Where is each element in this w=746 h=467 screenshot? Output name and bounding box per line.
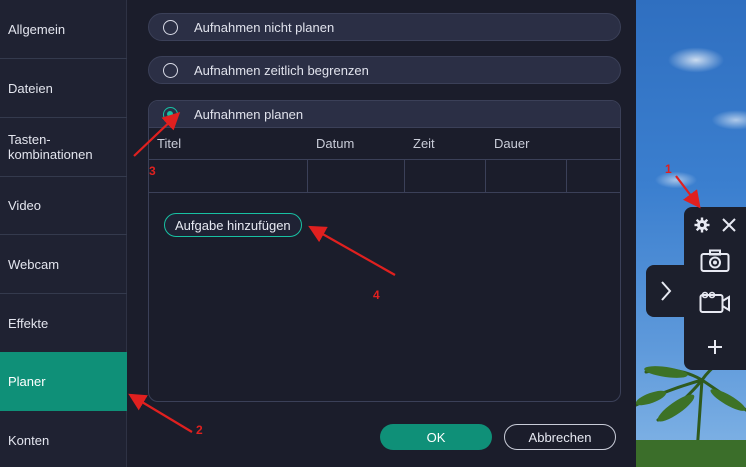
column-header-zeit: Zeit (413, 136, 435, 151)
sidebar-item-planer[interactable]: Planer (0, 352, 127, 411)
option-plan[interactable]: Aufnahmen planen (149, 101, 620, 128)
table-row (149, 160, 620, 193)
screenshot-button[interactable] (698, 247, 732, 275)
plus-icon (708, 340, 722, 354)
column-divider (566, 160, 567, 193)
column-header-datum: Datum (316, 136, 355, 151)
annotation-number: 3 (149, 164, 156, 178)
settings-button[interactable] (692, 215, 712, 235)
schedule-table-header: Titel Datum Zeit Dauer (149, 128, 620, 160)
sidebar-item-label: Tasten- kombinationen (8, 132, 93, 162)
chevron-right-icon (661, 281, 672, 301)
sidebar-item-konten[interactable]: Konten (0, 411, 127, 467)
sidebar-item-allgemein[interactable]: Allgemein (0, 0, 127, 59)
sidebar-item-label: Video (8, 197, 42, 213)
sidebar-item-webcam[interactable]: Webcam (0, 235, 127, 294)
option-time-limit[interactable]: Aufnahmen zeitlich begrenzen (148, 56, 621, 84)
sidebar-item-video[interactable]: Video (0, 176, 127, 235)
add-button[interactable] (702, 335, 728, 359)
sidebar-item-label: Effekte (8, 315, 49, 331)
option-label: Aufnahmen planen (194, 106, 304, 122)
ok-button[interactable]: OK (380, 424, 492, 450)
record-video-button[interactable] (698, 289, 732, 317)
video-camera-icon (699, 291, 730, 313)
option-label: Aufnahmen nicht planen (194, 19, 335, 35)
sidebar-item-label: Planer (8, 373, 46, 389)
sidebar-item-effekte[interactable]: Effekte (0, 294, 127, 353)
close-toolbar-button[interactable] (719, 215, 739, 235)
planner-panel: Aufnahmen nicht planen Aufnahmen zeitlic… (128, 0, 635, 467)
expand-toolbar-button[interactable] (646, 265, 686, 317)
sidebar-item-label: Allgemein (8, 21, 66, 37)
annotation-number: 1 (665, 162, 672, 176)
radio-time-limit[interactable] (163, 62, 178, 78)
recording-toolbar (684, 207, 746, 370)
settings-sidebar: Allgemein Dateien Tasten- kombinationen … (0, 0, 127, 467)
sidebar-item-dateien[interactable]: Dateien (0, 59, 127, 118)
column-divider (307, 160, 308, 193)
column-header-dauer: Dauer (494, 136, 530, 151)
close-icon (722, 218, 736, 232)
column-header-titel: Titel (157, 136, 182, 151)
sidebar-item-label: Webcam (8, 256, 60, 272)
camera-icon (700, 249, 730, 272)
radio-no-plan[interactable] (163, 19, 178, 35)
cancel-button[interactable]: Abbrechen (504, 424, 616, 450)
column-divider (485, 160, 486, 193)
option-label: Aufnahmen zeitlich begrenzen (194, 62, 369, 78)
sidebar-item-label: Konten (8, 433, 50, 448)
sidebar-item-label: Dateien (8, 80, 53, 96)
gear-icon (694, 217, 710, 233)
plan-section: Aufnahmen planen Titel Datum Zeit Dauer … (148, 100, 621, 402)
annotation-number: 2 (196, 423, 203, 437)
annotation-number: 4 (373, 288, 380, 302)
radio-plan[interactable] (163, 106, 178, 122)
sidebar-item-tastenkombinationen[interactable]: Tasten- kombinationen (0, 118, 127, 177)
column-divider (404, 160, 405, 193)
add-task-button[interactable]: Aufgabe hinzufügen (164, 213, 302, 237)
option-no-plan[interactable]: Aufnahmen nicht planen (148, 13, 621, 41)
